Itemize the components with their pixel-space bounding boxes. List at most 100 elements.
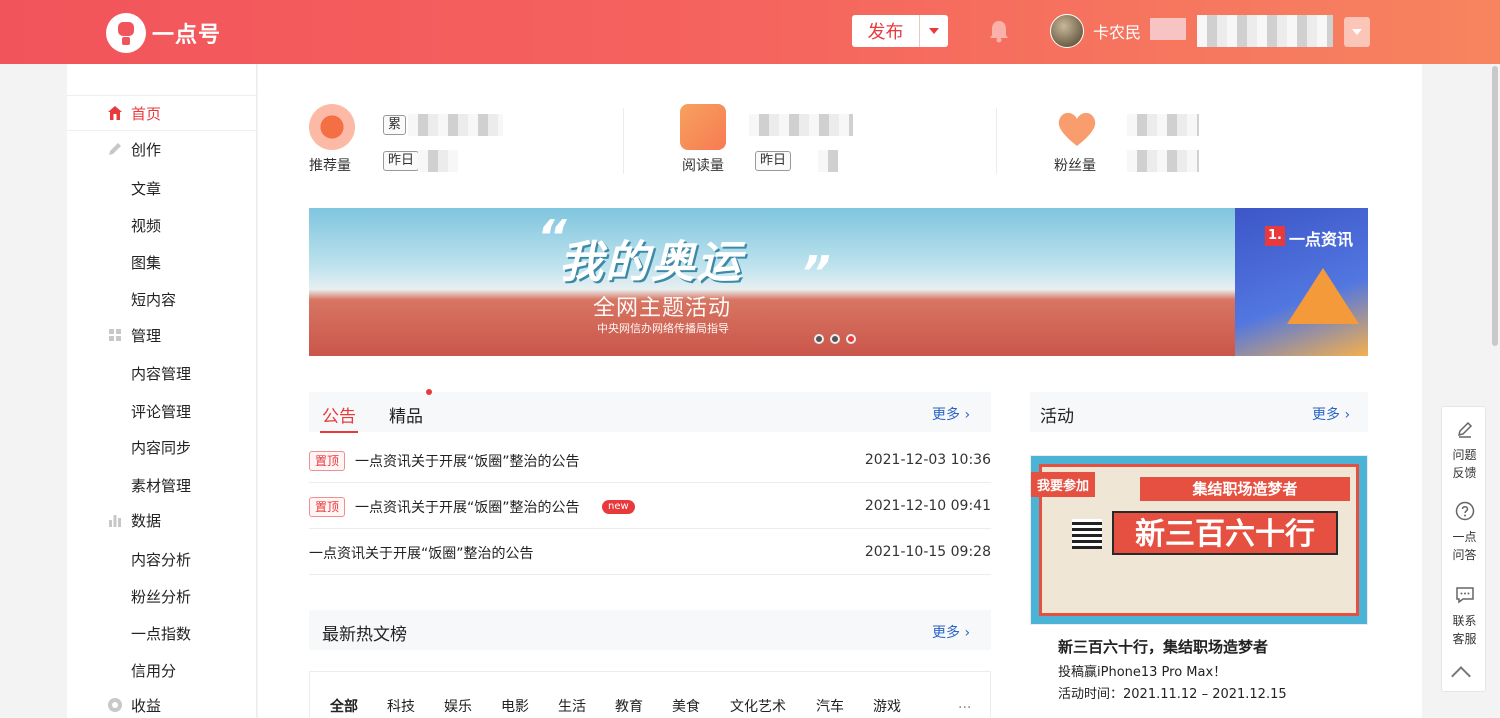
side-banner[interactable]: 1. 一点资讯	[1235, 208, 1368, 356]
sidebar-item-video[interactable]: 视频	[131, 215, 161, 236]
hot-list-title: 最新热文榜	[322, 625, 407, 645]
qa-button[interactable]: 一点 问答	[1442, 501, 1487, 564]
stat-recommend-yesterday-tag: 昨日	[383, 151, 420, 171]
heart-icon	[1058, 112, 1096, 146]
username[interactable]: 卡农民	[1093, 19, 1141, 43]
quote-close: ”	[801, 246, 831, 300]
activity-poster-headline: 新三百六十行	[1112, 511, 1338, 555]
sidebar-item-short-content[interactable]: 短内容	[131, 289, 176, 310]
account-dropdown-button[interactable]	[1344, 17, 1370, 47]
sidebar: 首页 创作 文章 视频 图集 短内容 管理 内容管理 评论管理 内容同步 素材管…	[67, 64, 257, 718]
stat-fans-label: 粉丝量	[1054, 158, 1096, 174]
sidebar-item-label: 创作	[131, 140, 162, 159]
category-entertainment[interactable]: 娱乐	[444, 696, 472, 716]
logo-text: 一点号	[152, 23, 222, 48]
scrollbar[interactable]	[1492, 66, 1498, 346]
activity-card-title[interactable]: 新三百六十行，集结职场造梦者	[1058, 636, 1268, 657]
carousel-dot[interactable]	[814, 334, 824, 344]
notice-row[interactable]: 一点资讯关于开展“饭圈”整治的公告 2021-10-15 09:28	[309, 529, 991, 575]
home-icon	[108, 106, 122, 120]
category-culture-art[interactable]: 文化艺术	[730, 696, 786, 716]
edit-icon	[1457, 421, 1472, 438]
stat-recommend-total-tag: 累	[383, 115, 407, 135]
redacted-value	[749, 114, 853, 136]
category-food[interactable]: 美食	[672, 696, 700, 716]
feedback-button[interactable]: 问题 反馈	[1442, 419, 1487, 482]
sidebar-item-manage[interactable]: 管理	[67, 317, 257, 353]
activity-panel-header: 活动 更多 ›	[1030, 392, 1368, 432]
stat-read-label: 阅读量	[682, 158, 724, 174]
side-banner-badge: 1.	[1265, 226, 1285, 246]
carousel-dot-active[interactable]	[846, 334, 856, 344]
top-bar: 一点号 发布 卡农民	[0, 0, 1500, 64]
redacted-value	[418, 150, 458, 172]
customer-service-button[interactable]: 联系 客服	[1442, 585, 1487, 648]
pin-badge: 置顶	[309, 451, 346, 471]
banner-carousel[interactable]: “ 我的奥运 ” 全网主题活动 中央网信办网络传播局指导	[309, 208, 1235, 356]
stat-read-yesterday-tag: 昨日	[755, 151, 792, 171]
sidebar-item-article[interactable]: 文章	[131, 178, 161, 199]
banner-subtitle: 全网主题活动	[593, 296, 732, 321]
category-game[interactable]: 游戏	[873, 696, 901, 716]
notice-date: 2021-12-10 09:41	[864, 498, 991, 514]
sidebar-item-fans-analysis[interactable]: 粉丝分析	[131, 586, 191, 607]
coin-icon	[108, 698, 122, 712]
banner-title: 我的奥运	[559, 237, 743, 288]
bell-icon[interactable]	[988, 19, 1010, 43]
notice-row[interactable]: 置顶 一点资讯关于开展“饭圈”整治的公告 2021-12-03 10:36	[309, 437, 991, 483]
notice-title[interactable]: 一点资讯关于开展“饭圈”整治的公告	[355, 451, 580, 471]
publish-button[interactable]: 发布	[852, 15, 920, 47]
new-badge: new	[602, 500, 635, 514]
pin-badge: 置顶	[309, 497, 346, 517]
tab-featured[interactable]: 精品	[389, 402, 423, 427]
redacted-value	[408, 114, 503, 136]
notice-panel-header: 公告 精品 更多 ›	[309, 389, 991, 432]
category-movie[interactable]: 电影	[501, 696, 529, 716]
sidebar-item-create[interactable]: 创作	[67, 131, 257, 167]
sidebar-item-content-analysis[interactable]: 内容分析	[131, 549, 191, 570]
join-activity-button[interactable]: 我要参加	[1031, 472, 1096, 497]
notice-title[interactable]: 一点资讯关于开展“饭圈”整治的公告	[309, 543, 534, 563]
logo[interactable]: 一点号	[106, 13, 221, 53]
sidebar-item-content-manage[interactable]: 内容管理	[131, 363, 191, 384]
sidebar-item-income[interactable]: 收益	[67, 687, 257, 718]
sidebar-item-home[interactable]: 首页	[67, 95, 257, 131]
category-education[interactable]: 教育	[615, 696, 643, 716]
category-tech[interactable]: 科技	[387, 696, 415, 716]
notice-title[interactable]: 一点资讯关于开展“饭圈”整治的公告	[355, 497, 580, 517]
bar-chart-icon	[109, 515, 121, 527]
hot-more-link[interactable]: 更多 ›	[932, 622, 970, 642]
grid-icon	[109, 329, 121, 341]
sidebar-item-content-sync[interactable]: 内容同步	[131, 437, 191, 458]
tab-notice[interactable]: 公告	[322, 402, 356, 427]
avatar[interactable]	[1050, 14, 1084, 48]
sidebar-item-gallery[interactable]: 图集	[131, 252, 161, 273]
publish-dropdown-button[interactable]	[920, 15, 948, 47]
activity-image[interactable]: 集结职场造梦者 新三百六十行 我要参加	[1030, 455, 1368, 625]
carousel-dots	[814, 334, 856, 344]
sidebar-item-label: 管理	[131, 326, 162, 345]
activity-card-time: 活动时间：2021.11.12 – 2021.12.15	[1058, 687, 1287, 702]
category-auto[interactable]: 汽车	[816, 696, 844, 716]
redacted-info	[1150, 18, 1186, 40]
qr-code-icon	[1072, 519, 1102, 549]
redacted-value	[1127, 150, 1199, 172]
sidebar-item-label: 收益	[131, 696, 162, 715]
sidebar-item-material-manage[interactable]: 素材管理	[131, 475, 191, 496]
notice-more-link[interactable]: 更多 ›	[932, 404, 970, 424]
sidebar-item-comment-manage[interactable]: 评论管理	[131, 401, 191, 422]
redacted-value	[1127, 114, 1199, 136]
back-to-top-icon[interactable]	[1451, 666, 1471, 686]
category-life[interactable]: 生活	[558, 696, 586, 716]
stat-recommend-label: 推荐量	[309, 158, 351, 174]
activity-more-link[interactable]: 更多 ›	[1312, 404, 1350, 424]
sidebar-item-yidian-index[interactable]: 一点指数	[131, 623, 191, 644]
category-all[interactable]: 全部	[330, 696, 358, 716]
sidebar-item-credit-score[interactable]: 信用分	[131, 660, 176, 681]
notice-row[interactable]: 置顶 一点资讯关于开展“饭圈”整治的公告 new 2021-12-10 09:4…	[309, 483, 991, 529]
category-more[interactable]: ...	[958, 696, 971, 712]
sidebar-item-data[interactable]: 数据	[67, 502, 257, 538]
category-tabs: 全部 科技 娱乐 电影 生活 教育 美食 文化艺术 汽车 游戏 ...	[309, 671, 991, 718]
sidebar-item-label: 数据	[131, 511, 162, 530]
carousel-dot[interactable]	[830, 334, 840, 344]
